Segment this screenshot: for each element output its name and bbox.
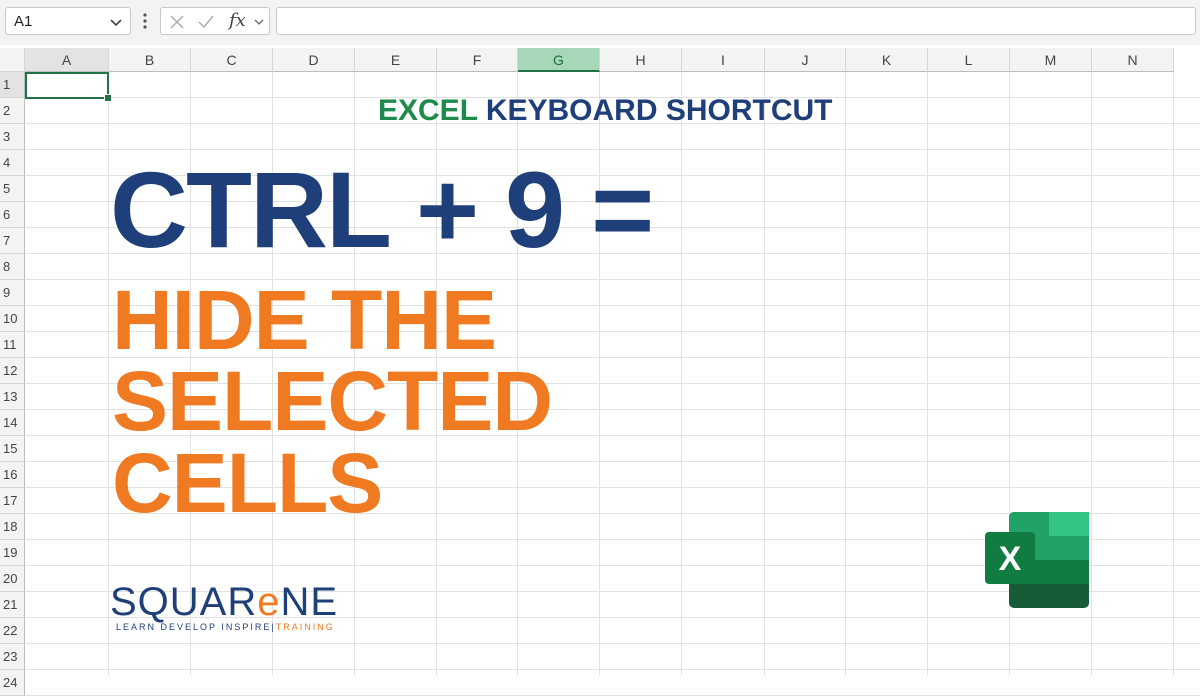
row-header-19[interactable]: 19: [0, 540, 25, 566]
row-header-24[interactable]: 24: [0, 670, 25, 696]
grid-column-line: [108, 72, 109, 675]
row-header-1[interactable]: 1: [0, 72, 25, 98]
column-header-g[interactable]: G: [518, 48, 600, 72]
description-line-1: HIDE THE: [112, 273, 497, 367]
grid-column-line: [927, 72, 928, 675]
logo-wordmark: SQUAReNE: [110, 580, 338, 624]
more-options-icon[interactable]: [141, 10, 149, 32]
logo-tagline: LEARN DEVELOP INSPIRE|TRAINING: [116, 622, 335, 632]
tagline-main: LEARN DEVELOP INSPIRE: [116, 622, 272, 632]
row-header-16[interactable]: 16: [0, 462, 25, 488]
chevron-down-icon[interactable]: [253, 16, 265, 28]
row-header-6[interactable]: 6: [0, 202, 25, 228]
logo-e: e: [257, 580, 281, 624]
row-header-12[interactable]: 12: [0, 358, 25, 384]
column-header-a[interactable]: A: [25, 48, 109, 72]
formula-controls: fx: [160, 7, 270, 35]
grid-row-line: [25, 669, 1200, 670]
column-header-m[interactable]: M: [1010, 48, 1092, 72]
grid-column-line: [681, 72, 682, 675]
row-header-13[interactable]: 13: [0, 384, 25, 410]
grid-column-line: [1173, 72, 1174, 675]
column-header-f[interactable]: F: [437, 48, 518, 72]
enter-check-icon[interactable]: [197, 14, 215, 30]
grid-column-line: [845, 72, 846, 675]
subtitle: EXCEL KEYBOARD SHORTCUT: [378, 94, 833, 128]
column-header-b[interactable]: B: [109, 48, 191, 72]
cancel-icon[interactable]: [169, 14, 185, 30]
description-line-3: CELLS: [112, 436, 383, 530]
excel-icon-letter: X: [999, 540, 1022, 578]
logo-prefix: SQUAR: [110, 580, 258, 624]
row-header-20[interactable]: 20: [0, 566, 25, 592]
subtitle-excel: EXCEL: [378, 94, 478, 127]
select-all-corner[interactable]: [0, 48, 25, 72]
squareone-logo: SQUAReNE LEARN DEVELOP INSPIRE|TRAINING: [110, 580, 370, 640]
grid-row-line: [25, 643, 1200, 644]
row-header-17[interactable]: 17: [0, 488, 25, 514]
name-box[interactable]: A1: [5, 7, 131, 35]
column-header-n[interactable]: N: [1092, 48, 1174, 72]
chevron-down-icon[interactable]: [108, 14, 124, 30]
row-header-5[interactable]: 5: [0, 176, 25, 202]
name-box-value: A1: [14, 13, 33, 30]
row-header-4[interactable]: 4: [0, 150, 25, 176]
shortcut-keys: CTRL + 9 =: [110, 149, 654, 270]
row-header-2[interactable]: 2: [0, 98, 25, 124]
row-header-8[interactable]: 8: [0, 254, 25, 280]
row-header-3[interactable]: 3: [0, 124, 25, 150]
insert-function-button[interactable]: fx: [229, 10, 246, 31]
column-header-j[interactable]: J: [765, 48, 846, 72]
grid-column-line: [764, 72, 765, 675]
grid-column-line: [1091, 72, 1092, 675]
row-header-14[interactable]: 14: [0, 410, 25, 436]
row-header-11[interactable]: 11: [0, 332, 25, 358]
active-cell-a1[interactable]: [25, 72, 109, 99]
row-header-9[interactable]: 9: [0, 280, 25, 306]
excel-logo-icon: X: [985, 512, 1089, 608]
formula-input[interactable]: [276, 7, 1196, 35]
row-header-7[interactable]: 7: [0, 228, 25, 254]
tagline-accent: TRAINING: [275, 622, 335, 632]
formula-bar: A1 fx: [0, 0, 1200, 45]
row-header-21[interactable]: 21: [0, 592, 25, 618]
row-header-10[interactable]: 10: [0, 306, 25, 332]
row-header-23[interactable]: 23: [0, 644, 25, 670]
column-header-k[interactable]: K: [846, 48, 928, 72]
column-header-i[interactable]: I: [682, 48, 765, 72]
logo-suffix: NE: [280, 580, 339, 624]
column-header-d[interactable]: D: [273, 48, 355, 72]
row-header-15[interactable]: 15: [0, 436, 25, 462]
column-header-c[interactable]: C: [191, 48, 273, 72]
subtitle-rest: KEYBOARD SHORTCUT: [477, 94, 833, 127]
row-header-18[interactable]: 18: [0, 514, 25, 540]
column-header-e[interactable]: E: [355, 48, 437, 72]
fill-handle[interactable]: [104, 94, 112, 102]
column-header-h[interactable]: H: [600, 48, 682, 72]
row-header-22[interactable]: 22: [0, 618, 25, 644]
description-line-2: SELECTED: [112, 354, 553, 448]
column-header-l[interactable]: L: [928, 48, 1010, 72]
